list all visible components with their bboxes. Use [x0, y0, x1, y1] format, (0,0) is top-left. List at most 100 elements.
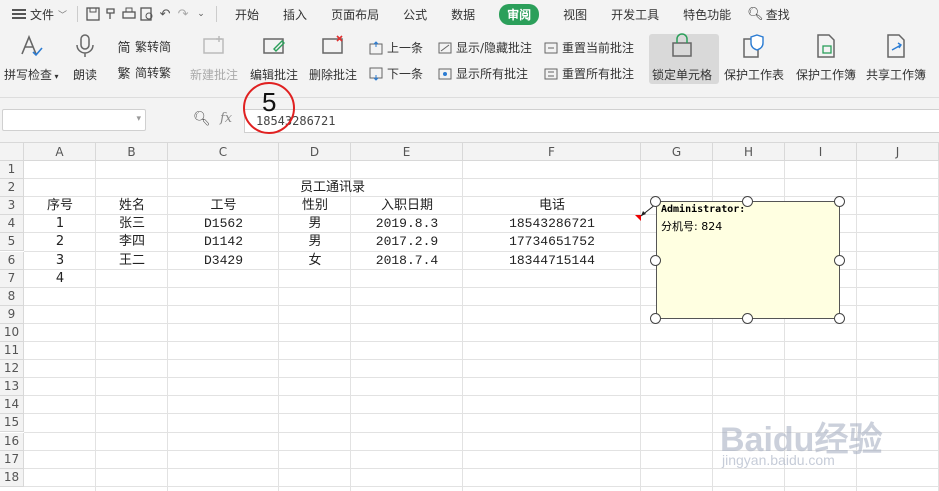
column-header-h[interactable]: H [713, 143, 785, 161]
search-button[interactable]: 🔍︎ 查找 [743, 0, 794, 28]
resize-handle[interactable] [650, 313, 661, 324]
show-hide-comment-button[interactable]: 显示/隐藏批注 [437, 39, 532, 56]
column-header-c[interactable]: C [168, 143, 279, 161]
row-header-10[interactable]: 10 [0, 323, 24, 342]
table-cell[interactable]: D3429 [168, 252, 279, 270]
reset-all-comments-button[interactable]: 重置所有批注 [543, 65, 634, 82]
protect-workbook-button[interactable]: 保护工作簿 [796, 32, 856, 83]
row-header-3[interactable]: 3 [0, 197, 24, 216]
tab-formulas[interactable]: 公式 [391, 0, 439, 28]
lock-cell-button[interactable]: 锁定单元格 [652, 32, 712, 83]
new-comment-button[interactable]: 新建批注 [190, 32, 238, 83]
tab-special-features[interactable]: 特色功能 [671, 0, 743, 28]
tab-data[interactable]: 数据 [439, 0, 487, 28]
table-cell[interactable]: 男 [279, 215, 351, 233]
column-header-e[interactable]: E [351, 143, 463, 161]
read-aloud-button[interactable]: 朗读 [72, 32, 98, 83]
table-cell[interactable]: 2018.7.4 [351, 252, 463, 270]
table-cell[interactable]: D1562 [168, 215, 279, 233]
tab-home[interactable]: 开始 [223, 0, 271, 28]
row-header-4[interactable]: 4 [0, 215, 24, 234]
row-header-8[interactable]: 8 [0, 287, 24, 306]
table-cell[interactable]: D1142 [168, 233, 279, 251]
resize-handle[interactable] [834, 196, 845, 207]
row-header-1[interactable]: 1 [0, 161, 24, 180]
table-header-cell[interactable]: 姓名 [96, 197, 168, 215]
trad-to-simp-button[interactable]: 简 繁转简 [116, 38, 171, 56]
protect-sheet-button[interactable]: 保护工作表 [724, 32, 784, 83]
table-header-cell[interactable]: 电话 [463, 197, 641, 215]
table-header-cell[interactable]: 性别 [279, 197, 351, 215]
table-cell[interactable]: 张三 [96, 215, 168, 233]
tab-review[interactable]: 审阅 [487, 0, 551, 28]
resize-handle[interactable] [834, 313, 845, 324]
reset-current-comment-button[interactable]: 重置当前批注 [543, 39, 634, 56]
row-header-16[interactable]: 16 [0, 432, 24, 451]
row-header-7[interactable]: 7 [0, 269, 24, 288]
next-comment-button[interactable]: 下一条 [368, 65, 423, 82]
formula-input[interactable] [244, 109, 939, 133]
resize-handle[interactable] [834, 255, 845, 266]
row-header-15[interactable]: 15 [0, 414, 24, 433]
undo-icon[interactable]: ↶ [156, 4, 174, 24]
delete-comment-button[interactable]: 删除批注 [309, 32, 357, 83]
resize-handle[interactable] [742, 313, 753, 324]
tab-view[interactable]: 视图 [551, 0, 599, 28]
row-header-11[interactable]: 11 [0, 342, 24, 361]
sheet-title-cell[interactable]: 员工通讯录 [24, 179, 641, 197]
column-header-j[interactable]: J [857, 143, 939, 161]
comment-text[interactable]: 分机号: 824 [661, 218, 835, 234]
table-cell[interactable]: 王二 [96, 252, 168, 270]
resize-handle[interactable] [742, 196, 753, 207]
table-cell[interactable]: 2 [24, 233, 96, 251]
resize-handle[interactable] [650, 196, 661, 207]
resize-handle[interactable] [650, 255, 661, 266]
table-header-cell[interactable]: 入职日期 [351, 197, 463, 215]
zoom-formula-icon[interactable]: 🔍︎ [193, 111, 211, 127]
tab-insert[interactable]: 插入 [271, 0, 319, 28]
redo-icon[interactable]: ↷ [174, 4, 192, 24]
table-cell[interactable]: 李四 [96, 233, 168, 251]
select-all-corner[interactable] [0, 143, 24, 161]
table-cell[interactable]: 男 [279, 233, 351, 251]
simp-to-trad-button[interactable]: 繁 简转繁 [116, 64, 171, 82]
show-all-comments-button[interactable]: 显示所有批注 [437, 65, 528, 82]
spell-check-button[interactable]: 拼写检查 ▾ [4, 32, 59, 83]
share-workbook-button[interactable]: 共享工作簿 [866, 32, 926, 83]
row-header-13[interactable]: 13 [0, 378, 24, 397]
table-cell[interactable]: 3 [24, 252, 96, 270]
row-header-12[interactable]: 12 [0, 360, 24, 379]
format-painter-icon[interactable] [102, 4, 120, 24]
row-header-9[interactable]: 9 [0, 305, 24, 324]
save-icon[interactable] [84, 4, 102, 24]
comment-box[interactable]: Administrator: 分机号: 824 [656, 201, 840, 319]
column-header-b[interactable]: B [96, 143, 168, 161]
file-menu[interactable]: 文件 ﹀ [0, 0, 71, 28]
row-header-6[interactable]: 6 [0, 251, 24, 270]
row-header-14[interactable]: 14 [0, 396, 24, 415]
print-icon[interactable] [120, 4, 138, 24]
name-box[interactable]: ▾ [2, 109, 146, 131]
table-cell[interactable]: 2017.2.9 [351, 233, 463, 251]
tab-developer[interactable]: 开发工具 [599, 0, 671, 28]
table-cell[interactable]: 4 [24, 270, 96, 288]
table-cell[interactable]: 18344715144 [463, 252, 641, 270]
table-header-cell[interactable]: 工号 [168, 197, 279, 215]
column-header-d[interactable]: D [279, 143, 351, 161]
table-header-cell[interactable]: 序号 [24, 197, 96, 215]
column-header-f[interactable]: F [463, 143, 641, 161]
row-header-2[interactable]: 2 [0, 179, 24, 198]
table-cell[interactable]: 女 [279, 252, 351, 270]
column-header-g[interactable]: G [641, 143, 713, 161]
edit-comment-button[interactable]: 编辑批注 [250, 32, 298, 83]
prev-comment-button[interactable]: 上一条 [368, 39, 423, 56]
table-cell[interactable]: 1 [24, 215, 96, 233]
customize-toolbar-icon[interactable]: ⌄ [192, 4, 210, 24]
table-cell[interactable]: 17734651752 [463, 233, 641, 251]
column-header-a[interactable]: A [24, 143, 96, 161]
table-cell[interactable]: 2019.8.3 [351, 215, 463, 233]
fx-label[interactable]: fx [220, 111, 232, 126]
print-preview-icon[interactable] [138, 4, 156, 24]
tab-page-layout[interactable]: 页面布局 [319, 0, 391, 28]
table-cell[interactable]: 18543286721 [463, 215, 641, 233]
